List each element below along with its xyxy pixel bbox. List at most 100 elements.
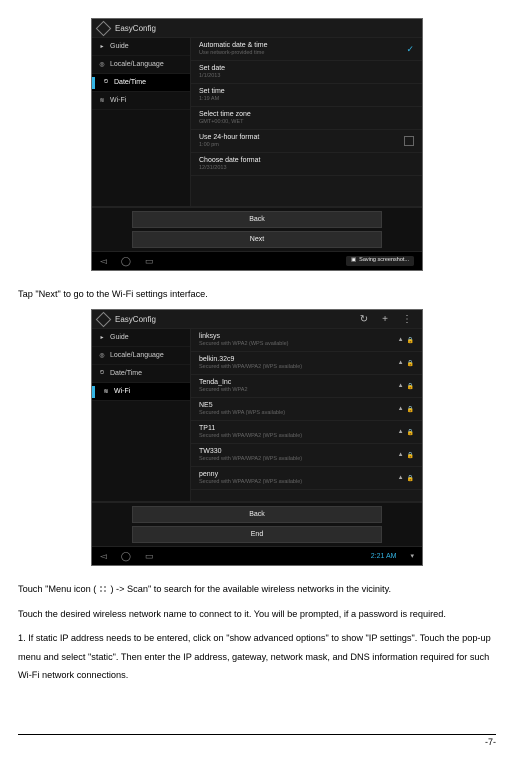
globe-icon: ◎	[98, 61, 106, 68]
instruction-next: Tap "Next" to go to the Wi-Fi settings i…	[18, 285, 496, 303]
option-title: Use 24-hour format	[199, 134, 404, 141]
page-footer: -7-	[18, 734, 496, 747]
wifi-signal-icon: ▲🔒	[398, 429, 414, 436]
sidebar-item-wifi[interactable]: ≋Wi-Fi	[92, 92, 190, 110]
option-title: Choose date format	[199, 157, 414, 164]
sidebar-item-locale[interactable]: ◎ Locale/Language	[92, 347, 190, 365]
wifi-network[interactable]: Tenda_IncSecured with WPA2▲🔒	[191, 375, 422, 398]
option-sub: GMT+00:00, WET	[199, 119, 414, 125]
wifi-sub: Secured with WPA/WPA2 (WPS available)	[199, 433, 398, 439]
sidebar-label: Locale/Language	[110, 61, 164, 68]
wifi-sub: Secured with WPA (WPS available)	[199, 410, 398, 416]
option-title: Automatic date & time	[199, 42, 406, 49]
system-navbar: ◅ ◯ ▭ ▣Saving screenshot...	[92, 251, 422, 270]
check-icon: ✓	[406, 44, 414, 55]
wifi-icon: ≋	[102, 388, 110, 395]
nav-back-icon[interactable]: ◅	[100, 551, 107, 562]
sidebar-item-datetime[interactable]: ⏲Date/Time	[92, 365, 190, 383]
app-titlebar: EasyConfig	[92, 19, 422, 37]
lock-icon: 🔒	[407, 406, 414, 413]
option-date-format[interactable]: Choose date format12/31/2013	[191, 153, 422, 176]
text: Touch "Menu icon (	[18, 584, 99, 594]
lock-icon: 🔒	[407, 452, 414, 459]
sidebar-item-locale[interactable]: ◎ Locale/Language	[92, 56, 190, 74]
sidebar-label: Locale/Language	[110, 352, 164, 359]
nav-recent-icon[interactable]: ▭	[145, 256, 154, 267]
lock-icon: 🔒	[407, 475, 414, 482]
sidebar-label: Date/Time	[110, 370, 142, 377]
sidebar-label: Date/Time	[114, 79, 146, 86]
wifi-signal-icon: ▲🔒	[398, 452, 414, 459]
wifi-sub: Secured with WPA/WPA2 (WPS available)	[199, 456, 398, 462]
picture-icon: ▣	[351, 258, 356, 264]
option-set-time[interactable]: Set time1:19 AM	[191, 84, 422, 107]
instruction-scan: Touch "Menu icon ( ) -> Scan" to search …	[18, 580, 496, 598]
wifi-network[interactable]: NE5Secured with WPA (WPS available)▲🔒	[191, 398, 422, 421]
sidebar-label: Guide	[110, 334, 129, 341]
option-set-date[interactable]: Set date1/1/2013	[191, 61, 422, 84]
option-sub: Use network-provided time	[199, 50, 406, 56]
option-sub: 12/31/2013	[199, 165, 414, 171]
guide-icon: ▸	[98, 43, 106, 50]
sidebar-label: Wi-Fi	[114, 388, 130, 395]
wifi-signal-icon: ▲🔒	[398, 406, 414, 413]
sidebar-item-datetime[interactable]: ⏲ Date/Time	[92, 74, 190, 92]
wifi-network[interactable]: TW330Secured with WPA/WPA2 (WPS availabl…	[191, 444, 422, 467]
wifi-signal-icon: ▲🔒	[398, 383, 414, 390]
nav-recent-icon[interactable]: ▭	[145, 551, 154, 562]
wifi-ssid: belkin.32c9	[199, 356, 398, 363]
back-button[interactable]: Back	[132, 211, 382, 228]
nav-home-icon[interactable]: ◯	[121, 551, 131, 562]
option-24hour[interactable]: Use 24-hour format1:00 pm	[191, 130, 422, 153]
app-icon	[96, 312, 112, 328]
menu-icon[interactable]: ⋮	[398, 314, 416, 325]
option-sub: 1:19 AM	[199, 96, 414, 102]
wifi-sub: Secured with WPA2	[199, 387, 398, 393]
option-sub: 1/1/2013	[199, 73, 414, 79]
lock-icon: 🔒	[407, 360, 414, 367]
screenshot-datetime: EasyConfig ▸ Guide ◎ Locale/Language ⏲ Date…	[91, 18, 423, 271]
app-title: EasyConfig	[115, 24, 156, 33]
wifi-network[interactable]: pennySecured with WPA/WPA2 (WPS availabl…	[191, 467, 422, 490]
wifi-network[interactable]: linksysSecured with WPA2 (WPS available)…	[191, 329, 422, 352]
wifi-signal-icon: ▲🔒	[398, 475, 414, 482]
app-icon	[96, 20, 112, 36]
wifi-network[interactable]: TP11Secured with WPA/WPA2 (WPS available…	[191, 421, 422, 444]
end-button[interactable]: End	[132, 526, 382, 543]
lock-icon: 🔒	[407, 383, 414, 390]
wifi-signal-icon: ▲🔒	[398, 337, 414, 344]
wifi-network[interactable]: belkin.32c9Secured with WPA/WPA2 (WPS av…	[191, 352, 422, 375]
screenshot-wifi: EasyConfig ↻ + ⋮ ▸Guide ◎ Locale/Language…	[91, 309, 423, 566]
option-title: Set time	[199, 88, 414, 95]
next-button[interactable]: Next	[132, 231, 382, 248]
option-timezone[interactable]: Select time zoneGMT+00:00, WET	[191, 107, 422, 130]
sidebar-item-guide[interactable]: ▸Guide	[92, 329, 190, 347]
refresh-icon[interactable]: ↻	[356, 314, 372, 325]
wifi-sub: Secured with WPA/WPA2 (WPS available)	[199, 479, 398, 485]
globe-icon: ◎	[98, 352, 106, 359]
nav-home-icon[interactable]: ◯	[121, 256, 131, 267]
menu-icon	[99, 585, 108, 594]
sidebar-item-wifi[interactable]: ≋ Wi-Fi	[92, 383, 190, 401]
wifi-ssid: NE5	[199, 402, 398, 409]
app-title: EasyConfig	[115, 315, 156, 324]
settings-panel: Automatic date & timeUse network-provide…	[191, 38, 422, 206]
wifi-ssid: Tenda_Inc	[199, 379, 398, 386]
wifi-sub: Secured with WPA2 (WPS available)	[199, 341, 398, 347]
button-bar: Back End	[92, 502, 422, 546]
lock-icon: 🔒	[407, 337, 414, 344]
wifi-ssid: TW330	[199, 448, 398, 455]
clock-icon: ⏲	[102, 79, 110, 86]
add-icon[interactable]: +	[378, 314, 392, 325]
sidebar-label: Guide	[110, 43, 129, 50]
nav-back-icon[interactable]: ◅	[100, 256, 107, 267]
option-auto-datetime[interactable]: Automatic date & timeUse network-provide…	[191, 38, 422, 61]
checkbox-icon[interactable]	[404, 136, 414, 146]
sidebar-item-guide[interactable]: ▸ Guide	[92, 38, 190, 56]
wifi-ssid: penny	[199, 471, 398, 478]
app-titlebar: EasyConfig ↻ + ⋮	[92, 310, 422, 328]
text: ) -> Scan" to search for the available w…	[108, 584, 391, 594]
back-button[interactable]: Back	[132, 506, 382, 523]
instruction-static-ip: 1. If static IP address needs to be ente…	[18, 629, 496, 684]
option-title: Set date	[199, 65, 414, 72]
